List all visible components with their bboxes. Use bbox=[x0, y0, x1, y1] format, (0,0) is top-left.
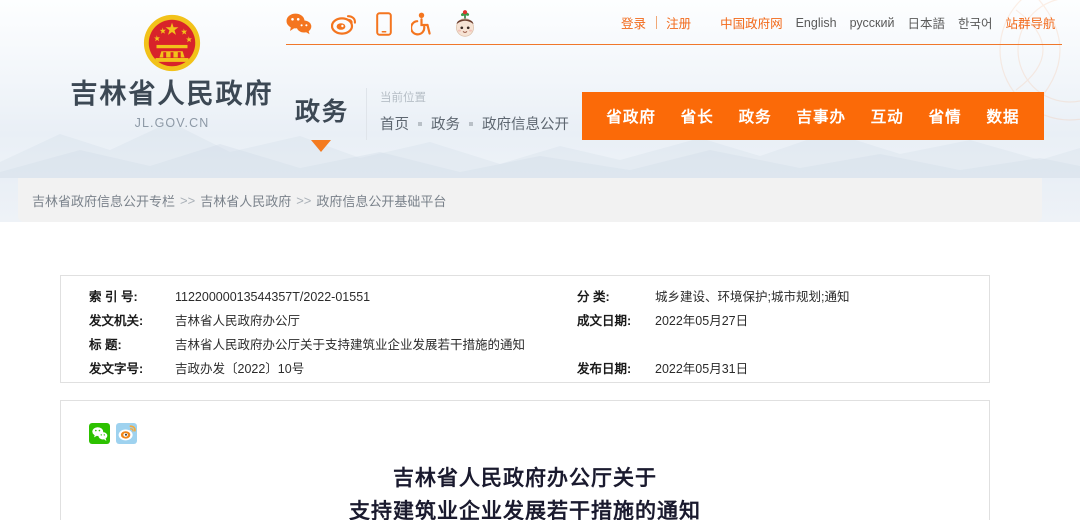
meta-key-category: 分 类: bbox=[575, 290, 655, 305]
vertical-divider bbox=[366, 88, 367, 140]
metadata-table: 索 引 号: 11220000013544357T/2022-01551 分 类… bbox=[89, 290, 961, 377]
breadcrumb-home[interactable]: 首页 bbox=[380, 113, 409, 134]
breadcrumb-dot bbox=[418, 122, 422, 126]
meta-key-index-number: 索 引 号: bbox=[89, 290, 175, 305]
nav-item-jishiban[interactable]: 吉事办 bbox=[796, 105, 846, 127]
top-links-divider bbox=[656, 16, 657, 29]
nav-item-governor[interactable]: 省长 bbox=[681, 105, 714, 127]
toplink-english[interactable]: English bbox=[789, 16, 843, 30]
header-divider-line bbox=[286, 44, 1062, 45]
meta-key-blank bbox=[575, 338, 655, 353]
main-navigation: 省政府 省长 政务 吉事办 互动 省情 数据 bbox=[582, 92, 1044, 140]
nav-item-provincial-government[interactable]: 省政府 bbox=[606, 105, 656, 127]
mobile-icon[interactable] bbox=[376, 12, 392, 36]
site-logo[interactable]: 吉林省人民政府 JL.GOV.CN bbox=[56, 12, 288, 130]
meta-value-category: 城乡建设、环境保护;城市规划;通知 bbox=[655, 290, 961, 305]
meta-value-title: 吉林省人民政府办公厅关于支持建筑业企业发展若干措施的通知 bbox=[175, 338, 575, 353]
meta-value-index-number: 11220000013544357T/2022-01551 bbox=[175, 290, 575, 305]
nav-item-province-info[interactable]: 省情 bbox=[929, 105, 962, 127]
breadcrumb-inline: 首页 政务 政府信息公开 bbox=[380, 113, 569, 134]
section-title: 政务 bbox=[295, 92, 349, 128]
toplink-korean[interactable]: 한국어 bbox=[951, 13, 999, 32]
document-body-card: 吉林省人民政府办公厅关于 支持建筑业企业发展若干措施的通知 bbox=[60, 400, 990, 520]
mascot-icon[interactable] bbox=[452, 10, 478, 38]
strip-crumb-platform[interactable]: 政府信息公开基础平台 bbox=[316, 191, 446, 210]
meta-value-publish-date: 2022年05月31日 bbox=[655, 362, 961, 377]
accessibility-icon[interactable] bbox=[411, 12, 433, 36]
toplink-russian[interactable]: русский bbox=[843, 16, 901, 30]
national-emblem-icon bbox=[141, 12, 203, 74]
meta-value-written-date: 2022年05月27日 bbox=[655, 314, 961, 329]
document-title-line-1: 吉林省人民政府办公厅关于 bbox=[89, 462, 961, 495]
meta-key-issuing-agency: 发文机关: bbox=[89, 314, 175, 329]
meta-key-written-date: 成文日期: bbox=[575, 314, 655, 329]
wechat-icon[interactable] bbox=[286, 13, 312, 35]
main-content: 索 引 号: 11220000013544357T/2022-01551 分 类… bbox=[0, 222, 1080, 520]
nav-item-interaction[interactable]: 互动 bbox=[871, 105, 904, 127]
toplink-japanese[interactable]: 日本語 bbox=[901, 13, 952, 32]
document-title: 吉林省人民政府办公厅关于 支持建筑业企业发展若干措施的通知 bbox=[89, 462, 961, 520]
strip-crumb-jilin-government[interactable]: 吉林省人民政府 bbox=[200, 191, 291, 210]
meta-key-publish-date: 发布日期: bbox=[575, 362, 655, 377]
site-domain: JL.GOV.CN bbox=[56, 116, 288, 130]
toplink-site-navigation[interactable]: 站群导航 bbox=[999, 13, 1062, 32]
toplink-china-gov[interactable]: 中国政府网 bbox=[714, 13, 790, 32]
site-name: 吉林省人民政府 bbox=[56, 80, 288, 110]
chevron-down-icon[interactable] bbox=[311, 140, 331, 152]
document-metadata-card: 索 引 号: 11220000013544357T/2022-01551 分 类… bbox=[60, 275, 990, 383]
top-links: 登录 注册 中国政府网 English русский 日本語 한국어 站群导航 bbox=[615, 13, 1062, 32]
nav-item-government-affairs[interactable]: 政务 bbox=[739, 105, 772, 127]
meta-key-document-number: 发文字号: bbox=[89, 362, 175, 377]
strip-crumb-disclosure-column[interactable]: 吉林省政府信息公开专栏 bbox=[32, 191, 175, 210]
current-position-label: 当前位置 bbox=[380, 89, 426, 105]
strip-separator: >> bbox=[296, 193, 311, 208]
wechat-share-icon[interactable] bbox=[89, 423, 110, 444]
meta-key-title: 标 题: bbox=[89, 338, 175, 353]
meta-value-document-number: 吉政办发〔2022〕10号 bbox=[175, 362, 575, 377]
breadcrumb-strip: 吉林省政府信息公开专栏 >> 吉林省人民政府 >> 政府信息公开基础平台 bbox=[18, 178, 1042, 222]
breadcrumb-affairs[interactable]: 政务 bbox=[431, 113, 460, 134]
meta-value-blank bbox=[655, 338, 961, 353]
breadcrumb-disclosure[interactable]: 政府信息公开 bbox=[482, 113, 569, 134]
meta-value-issuing-agency: 吉林省人民政府办公厅 bbox=[175, 314, 575, 329]
site-header: 吉林省人民政府 JL.GOV.CN bbox=[0, 0, 1080, 178]
nav-item-data[interactable]: 数据 bbox=[986, 105, 1019, 127]
social-icon-row bbox=[286, 8, 478, 40]
login-link[interactable]: 登录 bbox=[615, 13, 653, 32]
weibo-icon[interactable] bbox=[331, 13, 357, 35]
document-title-line-2: 支持建筑业企业发展若干措施的通知 bbox=[89, 495, 961, 520]
share-row bbox=[89, 423, 961, 444]
strip-separator: >> bbox=[180, 193, 195, 208]
weibo-share-icon[interactable] bbox=[116, 423, 137, 444]
breadcrumb-dot bbox=[469, 122, 473, 126]
register-link[interactable]: 注册 bbox=[660, 13, 698, 32]
